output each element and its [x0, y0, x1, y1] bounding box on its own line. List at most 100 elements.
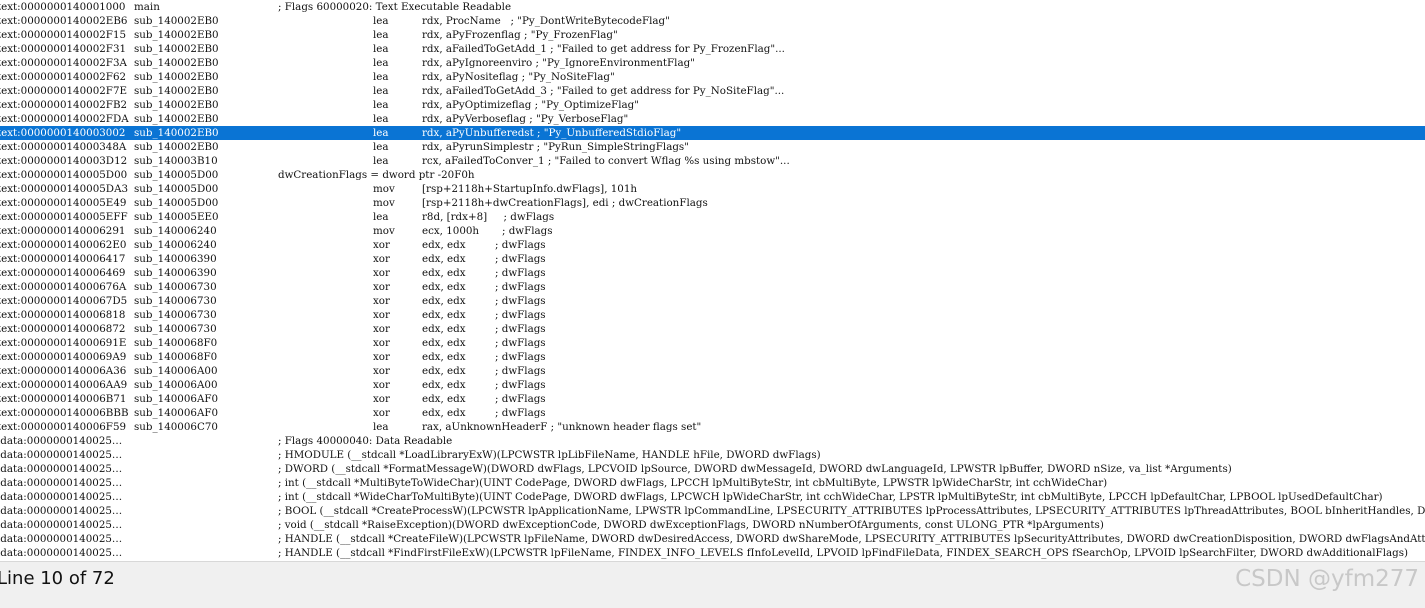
row-operands: edx, edx ; dwFlags: [422, 281, 546, 293]
row-mnemonic: lea: [373, 71, 389, 83]
listing-row[interactable]: idata:0000000140025… ; HANDLE (__stdcall …: [0, 532, 1425, 546]
listing-row[interactable]: text:0000000140002EB6 sub_140002EB0 lea rdx…: [0, 14, 1425, 28]
row-function: sub_140005D00: [134, 183, 219, 195]
listing-row[interactable]: idata:0000000140025… ; int (__stdcall *Wi…: [0, 490, 1425, 504]
row-mnemonic: lea: [373, 43, 389, 55]
watermark: CSDN @yfm277: [1235, 566, 1419, 592]
row-address: text:0000000140006AA9: [0, 379, 128, 391]
listing-row[interactable]: text:0000000140006AA9 sub_140006A00 xor edx…: [0, 378, 1425, 392]
row-mnemonic: lea: [373, 85, 389, 97]
row-function: sub_140006730: [134, 309, 217, 321]
row-operands: edx, edx ; dwFlags: [422, 365, 546, 377]
listing-row[interactable]: text:0000000140002F31 sub_140002EB0 lea rdx…: [0, 42, 1425, 56]
row-function: sub_140002EB0: [134, 57, 219, 69]
row-comment: ; int (__stdcall *MultiByteToWideChar)(U…: [278, 477, 1108, 489]
row-function: sub_140006AF0: [134, 407, 219, 419]
row-comment: ; BOOL (__stdcall *CreateProcessW)(LPCWS…: [278, 505, 1425, 517]
row-operands: edx, edx ; dwFlags: [422, 379, 546, 391]
listing-row[interactable]: text:0000000140002FB2 sub_140002EB0 lea rdx…: [0, 98, 1425, 112]
listing-row[interactable]: text:0000000140002FDA sub_140002EB0 lea rdx…: [0, 112, 1425, 126]
listing-row[interactable]: idata:0000000140025… ; Flags 40000040: Da…: [0, 434, 1425, 448]
row-mnemonic: lea: [373, 99, 389, 111]
row-address: text:0000000140003D12: [0, 155, 128, 167]
listing-row[interactable]: text:0000000140002F62 sub_140002EB0 lea rdx…: [0, 70, 1425, 84]
row-mnemonic: xor: [373, 407, 390, 419]
listing-row[interactable]: text:0000000140005D00 sub_140005D00 dwCrea…: [0, 168, 1425, 182]
row-operands: edx, edx ; dwFlags: [422, 295, 546, 307]
listing-row[interactable]: text:0000000140001000 main ; Flags 6000002…: [0, 0, 1425, 14]
listing-row[interactable]: text:0000000140006417 sub_140006390 xor edx…: [0, 252, 1425, 266]
listing-row[interactable]: text:0000000140003D12 sub_140003B10 lea rcx…: [0, 154, 1425, 168]
listing-row[interactable]: text:0000000140002F3A sub_140002EB0 lea rdx…: [0, 56, 1425, 70]
row-mnemonic: xor: [373, 309, 390, 321]
listing-row[interactable]: text:0000000140002F15 sub_140002EB0 lea rdx…: [0, 28, 1425, 42]
listing-row[interactable]: text:0000000140006818 sub_140006730 xor edx…: [0, 308, 1425, 322]
row-mnemonic: mov: [373, 197, 395, 209]
row-operands: rdx, aPyUnbufferedst ; "Py_UnbufferedStd…: [422, 127, 682, 139]
listing-row[interactable]: text:00000001400067D5 sub_140006730 xor edx…: [0, 294, 1425, 308]
row-address: idata:0000000140025…: [0, 435, 123, 447]
row-address: text:0000000140006417: [0, 253, 126, 265]
listing-row[interactable]: idata:0000000140025… ; void (__stdcall *R…: [0, 518, 1425, 532]
listing-row[interactable]: idata:0000000140025… ; HMODULE (__stdcall…: [0, 448, 1425, 462]
row-comment: ; Flags 60000020: Text Executable Readab…: [278, 1, 512, 13]
row-mnemonic: lea: [373, 127, 389, 139]
listing-row-selected[interactable]: text:0000000140003002 sub_140002EB0 lea rdx…: [0, 126, 1425, 140]
listing-row[interactable]: text:0000000140006291 sub_140006240 mov ecx…: [0, 224, 1425, 238]
row-mnemonic: xor: [373, 323, 390, 335]
row-function: sub_140006A00: [134, 365, 218, 377]
row-address: text:0000000140002F62: [0, 71, 127, 83]
row-address: text:0000000140006818: [0, 309, 126, 321]
row-function: sub_140002EB0: [134, 43, 219, 55]
listing-row[interactable]: text:0000000140005EFF sub_140005EE0 lea r8d…: [0, 210, 1425, 224]
listing-row[interactable]: text:000000014000348A sub_140002EB0 lea rdx…: [0, 140, 1425, 154]
listing-row[interactable]: text:0000000140005E49 sub_140005D00 mov [rs…: [0, 196, 1425, 210]
listing-row[interactable]: text:0000000140002F7E sub_140002EB0 lea rdx…: [0, 84, 1425, 98]
listing-row[interactable]: text:0000000140006A36 sub_140006A00 xor edx…: [0, 364, 1425, 378]
row-address: idata:0000000140025…: [0, 505, 123, 517]
row-function: sub_140006390: [134, 253, 217, 265]
listing-row[interactable]: text:0000000140006872 sub_140006730 xor edx…: [0, 322, 1425, 336]
listing-row[interactable]: text:00000001400062E0 sub_140006240 xor edx…: [0, 238, 1425, 252]
row-operands: rdx, aPyIgnoreenviro ; "Py_IgnoreEnviron…: [422, 57, 695, 69]
listing-row[interactable]: text:0000000140006469 sub_140006390 xor edx…: [0, 266, 1425, 280]
row-function: sub_140006AF0: [134, 393, 219, 405]
row-address: text:000000014000676A: [0, 281, 127, 293]
listing-row[interactable]: text:000000014000676A sub_140006730 xor edx…: [0, 280, 1425, 294]
row-function: sub_140002EB0: [134, 113, 219, 125]
listing-row[interactable]: text:0000000140006B71 sub_140006AF0 xor edx…: [0, 392, 1425, 406]
listing-row[interactable]: idata:0000000140025… ; DWORD (__stdcall *…: [0, 462, 1425, 476]
row-function: sub_140006240: [134, 239, 217, 251]
listing-row[interactable]: text:0000000140006BBB sub_140006AF0 xor edx…: [0, 406, 1425, 420]
listing-row[interactable]: idata:0000000140025… ; int (__stdcall *Mu…: [0, 476, 1425, 490]
row-address: idata:0000000140025…: [0, 547, 123, 559]
row-address: text:00000001400062E0: [0, 239, 127, 251]
row-function: sub_140006730: [134, 295, 217, 307]
row-mnemonic: xor: [373, 337, 390, 349]
listing-row[interactable]: idata:0000000140025… ; HANDLE (__stdcall …: [0, 546, 1425, 560]
row-mnemonic: lea: [373, 113, 389, 125]
row-address: idata:0000000140025…: [0, 519, 123, 531]
row-function: sub_140006390: [134, 267, 217, 279]
row-mnemonic: xor: [373, 365, 390, 377]
row-mnemonic: mov: [373, 225, 395, 237]
row-function: sub_140006730: [134, 281, 217, 293]
row-address: text:0000000140006B71: [0, 393, 127, 405]
listing-row[interactable]: text:0000000140005DA3 sub_140005D00 mov [rs…: [0, 182, 1425, 196]
row-function: sub_140005EE0: [134, 211, 219, 223]
row-operands: rdx, aFailedToGetAdd_1 ; "Failed to get …: [422, 43, 785, 55]
row-operands: rdx, aPyFrozenflag ; "Py_FrozenFlag": [422, 29, 618, 41]
listing-row[interactable]: text:00000001400069A9 sub_1400068F0 xor edx…: [0, 350, 1425, 364]
listing-row[interactable]: text:0000000140006F59 sub_140006C70 lea rax…: [0, 420, 1425, 434]
row-operands: rdx, aPyOptimizeflag ; "Py_OptimizeFlag": [422, 99, 639, 111]
row-address: text:0000000140002F7E: [0, 85, 128, 97]
row-mnemonic: xor: [373, 295, 390, 307]
row-mnemonic: xor: [373, 253, 390, 265]
search-results-listing[interactable]: text:0000000140001000 main ; Flags 6000002…: [0, 0, 1425, 561]
row-function: sub_140002EB0: [134, 29, 219, 41]
row-comment: ; HANDLE (__stdcall *CreateFileW)(LPCWST…: [278, 533, 1425, 545]
listing-row[interactable]: text:000000014000691E sub_1400068F0 xor edx…: [0, 336, 1425, 350]
row-address: text:0000000140002F31: [0, 43, 127, 55]
listing-row[interactable]: idata:0000000140025… ; BOOL (__stdcall *C…: [0, 504, 1425, 518]
row-address: text:0000000140002FDA: [0, 113, 129, 125]
